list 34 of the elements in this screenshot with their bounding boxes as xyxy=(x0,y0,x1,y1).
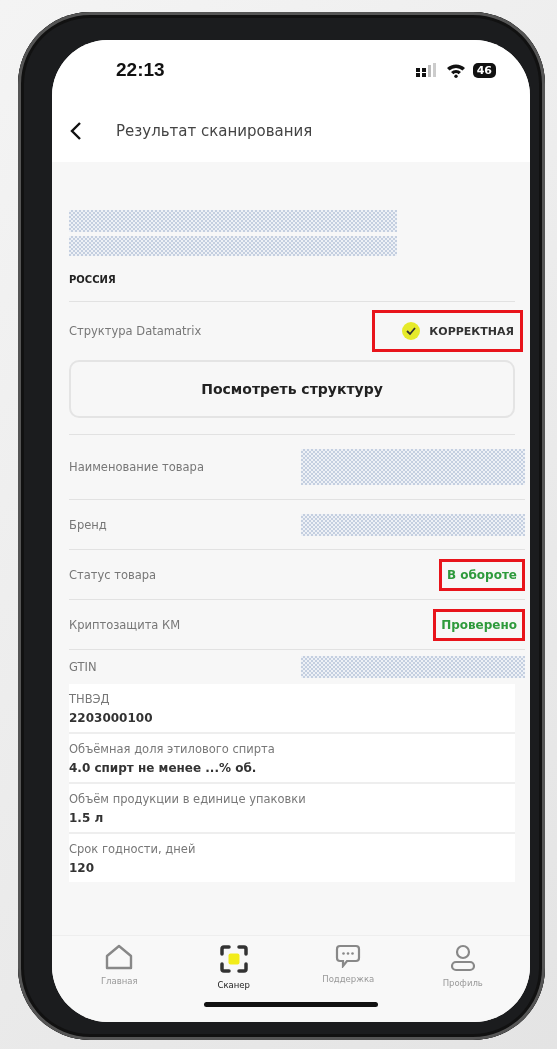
card-label: Срок годности, дней xyxy=(69,842,197,856)
chat-icon xyxy=(335,944,362,968)
card-value: 4.0 спирт не менее ...% об. xyxy=(69,761,258,775)
back-icon[interactable] xyxy=(70,121,82,141)
screen-title: Результат сканирования xyxy=(116,122,313,140)
card-label: Объёмная доля этилового спирта xyxy=(69,742,276,756)
nav-tab[interactable]: Сканер xyxy=(188,944,279,1002)
profile-icon xyxy=(449,944,476,972)
check-icon xyxy=(401,321,422,341)
card-value: 2203000100 xyxy=(69,711,154,725)
field-label: Наименование товара xyxy=(69,460,204,474)
status-value: Проверено xyxy=(433,608,525,641)
wifi-icon xyxy=(445,62,466,78)
field-label: Структура Datamatrix xyxy=(69,324,202,338)
view-structure-button[interactable]: Посмотреть структуру xyxy=(69,360,515,418)
structure-status: КОРРЕКТНАЯ xyxy=(429,324,514,338)
card-value: 120 xyxy=(69,861,96,875)
status-value: В обороте xyxy=(438,558,525,591)
field-label: Бренд xyxy=(69,517,107,532)
home-icon xyxy=(105,944,134,970)
nav-tab[interactable]: Поддержка xyxy=(303,944,394,1002)
card-label: Объём продукции в единице упаковки xyxy=(69,792,307,806)
nav-tab[interactable]: Главная xyxy=(74,944,165,1002)
battery-level: 46 xyxy=(472,62,496,78)
scanner-icon xyxy=(218,944,249,974)
field-label: Криптозащита КМ xyxy=(69,617,181,632)
signal-icon xyxy=(414,63,439,77)
card-value: 1.5 л xyxy=(69,811,105,825)
card-label: ТНВЭД xyxy=(69,692,111,706)
status-time: 22:13 xyxy=(116,59,165,81)
field-label: Статус товара xyxy=(69,567,157,582)
country-label: РОССИЯ xyxy=(69,256,515,302)
nav-tab[interactable]: Профиль xyxy=(417,944,508,1002)
field-label: GTIN xyxy=(69,660,97,674)
